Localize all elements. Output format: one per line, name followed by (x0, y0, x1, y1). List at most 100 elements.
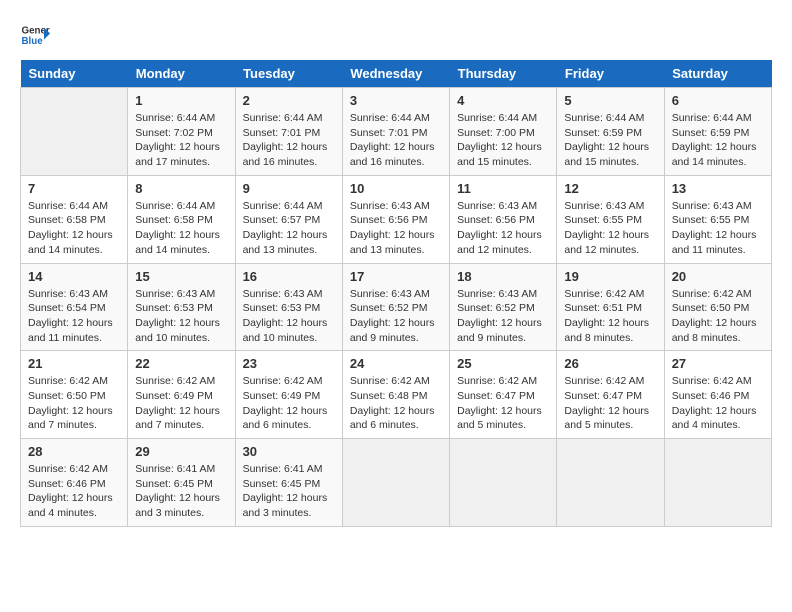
day-number: 24 (350, 356, 442, 371)
calendar-cell: 19 Sunrise: 6:42 AMSunset: 6:51 PMDayligh… (557, 263, 664, 351)
day-number: 28 (28, 444, 120, 459)
day-info: Sunrise: 6:43 AMSunset: 6:56 PMDaylight:… (457, 199, 549, 258)
day-number: 8 (135, 181, 227, 196)
calendar-cell: 15 Sunrise: 6:43 AMSunset: 6:53 PMDayligh… (128, 263, 235, 351)
calendar-cell: 14 Sunrise: 6:43 AMSunset: 6:54 PMDayligh… (21, 263, 128, 351)
logo: General Blue (20, 20, 50, 50)
day-info: Sunrise: 6:44 AMSunset: 6:58 PMDaylight:… (28, 199, 120, 258)
day-info: Sunrise: 6:42 AMSunset: 6:51 PMDaylight:… (564, 287, 656, 346)
day-info: Sunrise: 6:44 AMSunset: 7:00 PMDaylight:… (457, 111, 549, 170)
logo-icon: General Blue (20, 20, 50, 50)
calendar-cell: 20 Sunrise: 6:42 AMSunset: 6:50 PMDayligh… (664, 263, 771, 351)
day-info: Sunrise: 6:42 AMSunset: 6:49 PMDaylight:… (135, 374, 227, 433)
day-number: 14 (28, 269, 120, 284)
day-info: Sunrise: 6:43 AMSunset: 6:55 PMDaylight:… (564, 199, 656, 258)
calendar-cell: 13 Sunrise: 6:43 AMSunset: 6:55 PMDayligh… (664, 175, 771, 263)
calendar-week-3: 14 Sunrise: 6:43 AMSunset: 6:54 PMDayligh… (21, 263, 772, 351)
day-number: 6 (672, 93, 764, 108)
day-number: 20 (672, 269, 764, 284)
col-header-tuesday: Tuesday (235, 60, 342, 88)
calendar-cell: 23Sunrise: 6:42 AMSunset: 6:49 PMDayligh… (235, 351, 342, 439)
day-info: Sunrise: 6:42 AMSunset: 6:48 PMDaylight:… (350, 374, 442, 433)
calendar-cell: 24 Sunrise: 6:42 AMSunset: 6:48 PMDayligh… (342, 351, 449, 439)
calendar-cell: 11 Sunrise: 6:43 AMSunset: 6:56 PMDayligh… (450, 175, 557, 263)
day-info: Sunrise: 6:44 AMSunset: 6:57 PMDaylight:… (243, 199, 335, 258)
col-header-sunday: Sunday (21, 60, 128, 88)
day-number: 1 (135, 93, 227, 108)
day-number: 21 (28, 356, 120, 371)
calendar-cell: 3 Sunrise: 6:44 AMSunset: 7:01 PMDaylight… (342, 88, 449, 176)
day-number: 15 (135, 269, 227, 284)
col-header-wednesday: Wednesday (342, 60, 449, 88)
day-info: Sunrise: 6:42 AMSunset: 6:50 PMDaylight:… (672, 287, 764, 346)
calendar-cell (21, 88, 128, 176)
day-number: 29 (135, 444, 227, 459)
calendar-cell: 18 Sunrise: 6:43 AMSunset: 6:52 PMDayligh… (450, 263, 557, 351)
day-info: Sunrise: 6:42 AMSunset: 6:50 PMDaylight:… (28, 374, 120, 433)
day-info: Sunrise: 6:41 AMSunset: 6:45 PMDaylight:… (135, 462, 227, 521)
day-info: Sunrise: 6:42 AMSunset: 6:49 PMDaylight:… (243, 374, 335, 433)
day-info: Sunrise: 6:42 AMSunset: 6:47 PMDaylight:… (564, 374, 656, 433)
day-info: Sunrise: 6:43 AMSunset: 6:55 PMDaylight:… (672, 199, 764, 258)
day-number: 10 (350, 181, 442, 196)
calendar-cell: 30Sunrise: 6:41 AMSunset: 6:45 PMDayligh… (235, 439, 342, 527)
day-info: Sunrise: 6:43 AMSunset: 6:56 PMDaylight:… (350, 199, 442, 258)
calendar-cell (450, 439, 557, 527)
calendar-cell: 27Sunrise: 6:42 AMSunset: 6:46 PMDayligh… (664, 351, 771, 439)
day-info: Sunrise: 6:42 AMSunset: 6:46 PMDaylight:… (28, 462, 120, 521)
calendar-cell: 8Sunrise: 6:44 AMSunset: 6:58 PMDaylight… (128, 175, 235, 263)
calendar-cell: 1 Sunrise: 6:44 AMSunset: 7:02 PMDaylight… (128, 88, 235, 176)
day-number: 13 (672, 181, 764, 196)
day-number: 11 (457, 181, 549, 196)
calendar-cell (342, 439, 449, 527)
col-header-monday: Monday (128, 60, 235, 88)
col-header-thursday: Thursday (450, 60, 557, 88)
day-number: 16 (243, 269, 335, 284)
calendar-table: SundayMondayTuesdayWednesdayThursdayFrid… (20, 60, 772, 527)
calendar-cell: 4 Sunrise: 6:44 AMSunset: 7:00 PMDaylight… (450, 88, 557, 176)
day-number: 18 (457, 269, 549, 284)
page-header: General Blue (20, 20, 772, 50)
day-number: 25 (457, 356, 549, 371)
calendar-cell: 26 Sunrise: 6:42 AMSunset: 6:47 PMDayligh… (557, 351, 664, 439)
calendar-cell: 29 Sunrise: 6:41 AMSunset: 6:45 PMDayligh… (128, 439, 235, 527)
calendar-cell: 21 Sunrise: 6:42 AMSunset: 6:50 PMDayligh… (21, 351, 128, 439)
day-info: Sunrise: 6:43 AMSunset: 6:53 PMDaylight:… (135, 287, 227, 346)
calendar-cell: 10 Sunrise: 6:43 AMSunset: 6:56 PMDayligh… (342, 175, 449, 263)
calendar-cell: 22 Sunrise: 6:42 AMSunset: 6:49 PMDayligh… (128, 351, 235, 439)
calendar-week-5: 28 Sunrise: 6:42 AMSunset: 6:46 PMDayligh… (21, 439, 772, 527)
calendar-cell: 16 Sunrise: 6:43 AMSunset: 6:53 PMDayligh… (235, 263, 342, 351)
calendar-cell: 12Sunrise: 6:43 AMSunset: 6:55 PMDayligh… (557, 175, 664, 263)
day-number: 19 (564, 269, 656, 284)
day-number: 30 (243, 444, 335, 459)
day-info: Sunrise: 6:43 AMSunset: 6:54 PMDaylight:… (28, 287, 120, 346)
col-header-saturday: Saturday (664, 60, 771, 88)
calendar-cell: 17Sunrise: 6:43 AMSunset: 6:52 PMDayligh… (342, 263, 449, 351)
calendar-cell: 25 Sunrise: 6:42 AMSunset: 6:47 PMDayligh… (450, 351, 557, 439)
day-number: 3 (350, 93, 442, 108)
svg-text:Blue: Blue (22, 36, 44, 47)
calendar-cell: 9 Sunrise: 6:44 AMSunset: 6:57 PMDaylight… (235, 175, 342, 263)
calendar-week-4: 21 Sunrise: 6:42 AMSunset: 6:50 PMDayligh… (21, 351, 772, 439)
day-number: 7 (28, 181, 120, 196)
calendar-cell: 6Sunrise: 6:44 AMSunset: 6:59 PMDaylight… (664, 88, 771, 176)
day-number: 26 (564, 356, 656, 371)
day-info: Sunrise: 6:44 AMSunset: 7:02 PMDaylight:… (135, 111, 227, 170)
day-info: Sunrise: 6:43 AMSunset: 6:52 PMDaylight:… (457, 287, 549, 346)
day-number: 4 (457, 93, 549, 108)
calendar-header-row: SundayMondayTuesdayWednesdayThursdayFrid… (21, 60, 772, 88)
calendar-cell: 2 Sunrise: 6:44 AMSunset: 7:01 PMDaylight… (235, 88, 342, 176)
day-info: Sunrise: 6:42 AMSunset: 6:46 PMDaylight:… (672, 374, 764, 433)
day-info: Sunrise: 6:43 AMSunset: 6:53 PMDaylight:… (243, 287, 335, 346)
day-info: Sunrise: 6:44 AMSunset: 7:01 PMDaylight:… (350, 111, 442, 170)
day-info: Sunrise: 6:44 AMSunset: 7:01 PMDaylight:… (243, 111, 335, 170)
calendar-cell (557, 439, 664, 527)
day-info: Sunrise: 6:42 AMSunset: 6:47 PMDaylight:… (457, 374, 549, 433)
day-number: 22 (135, 356, 227, 371)
day-number: 9 (243, 181, 335, 196)
calendar-week-2: 7 Sunrise: 6:44 AMSunset: 6:58 PMDaylight… (21, 175, 772, 263)
day-number: 2 (243, 93, 335, 108)
day-number: 5 (564, 93, 656, 108)
calendar-cell (664, 439, 771, 527)
day-info: Sunrise: 6:43 AMSunset: 6:52 PMDaylight:… (350, 287, 442, 346)
